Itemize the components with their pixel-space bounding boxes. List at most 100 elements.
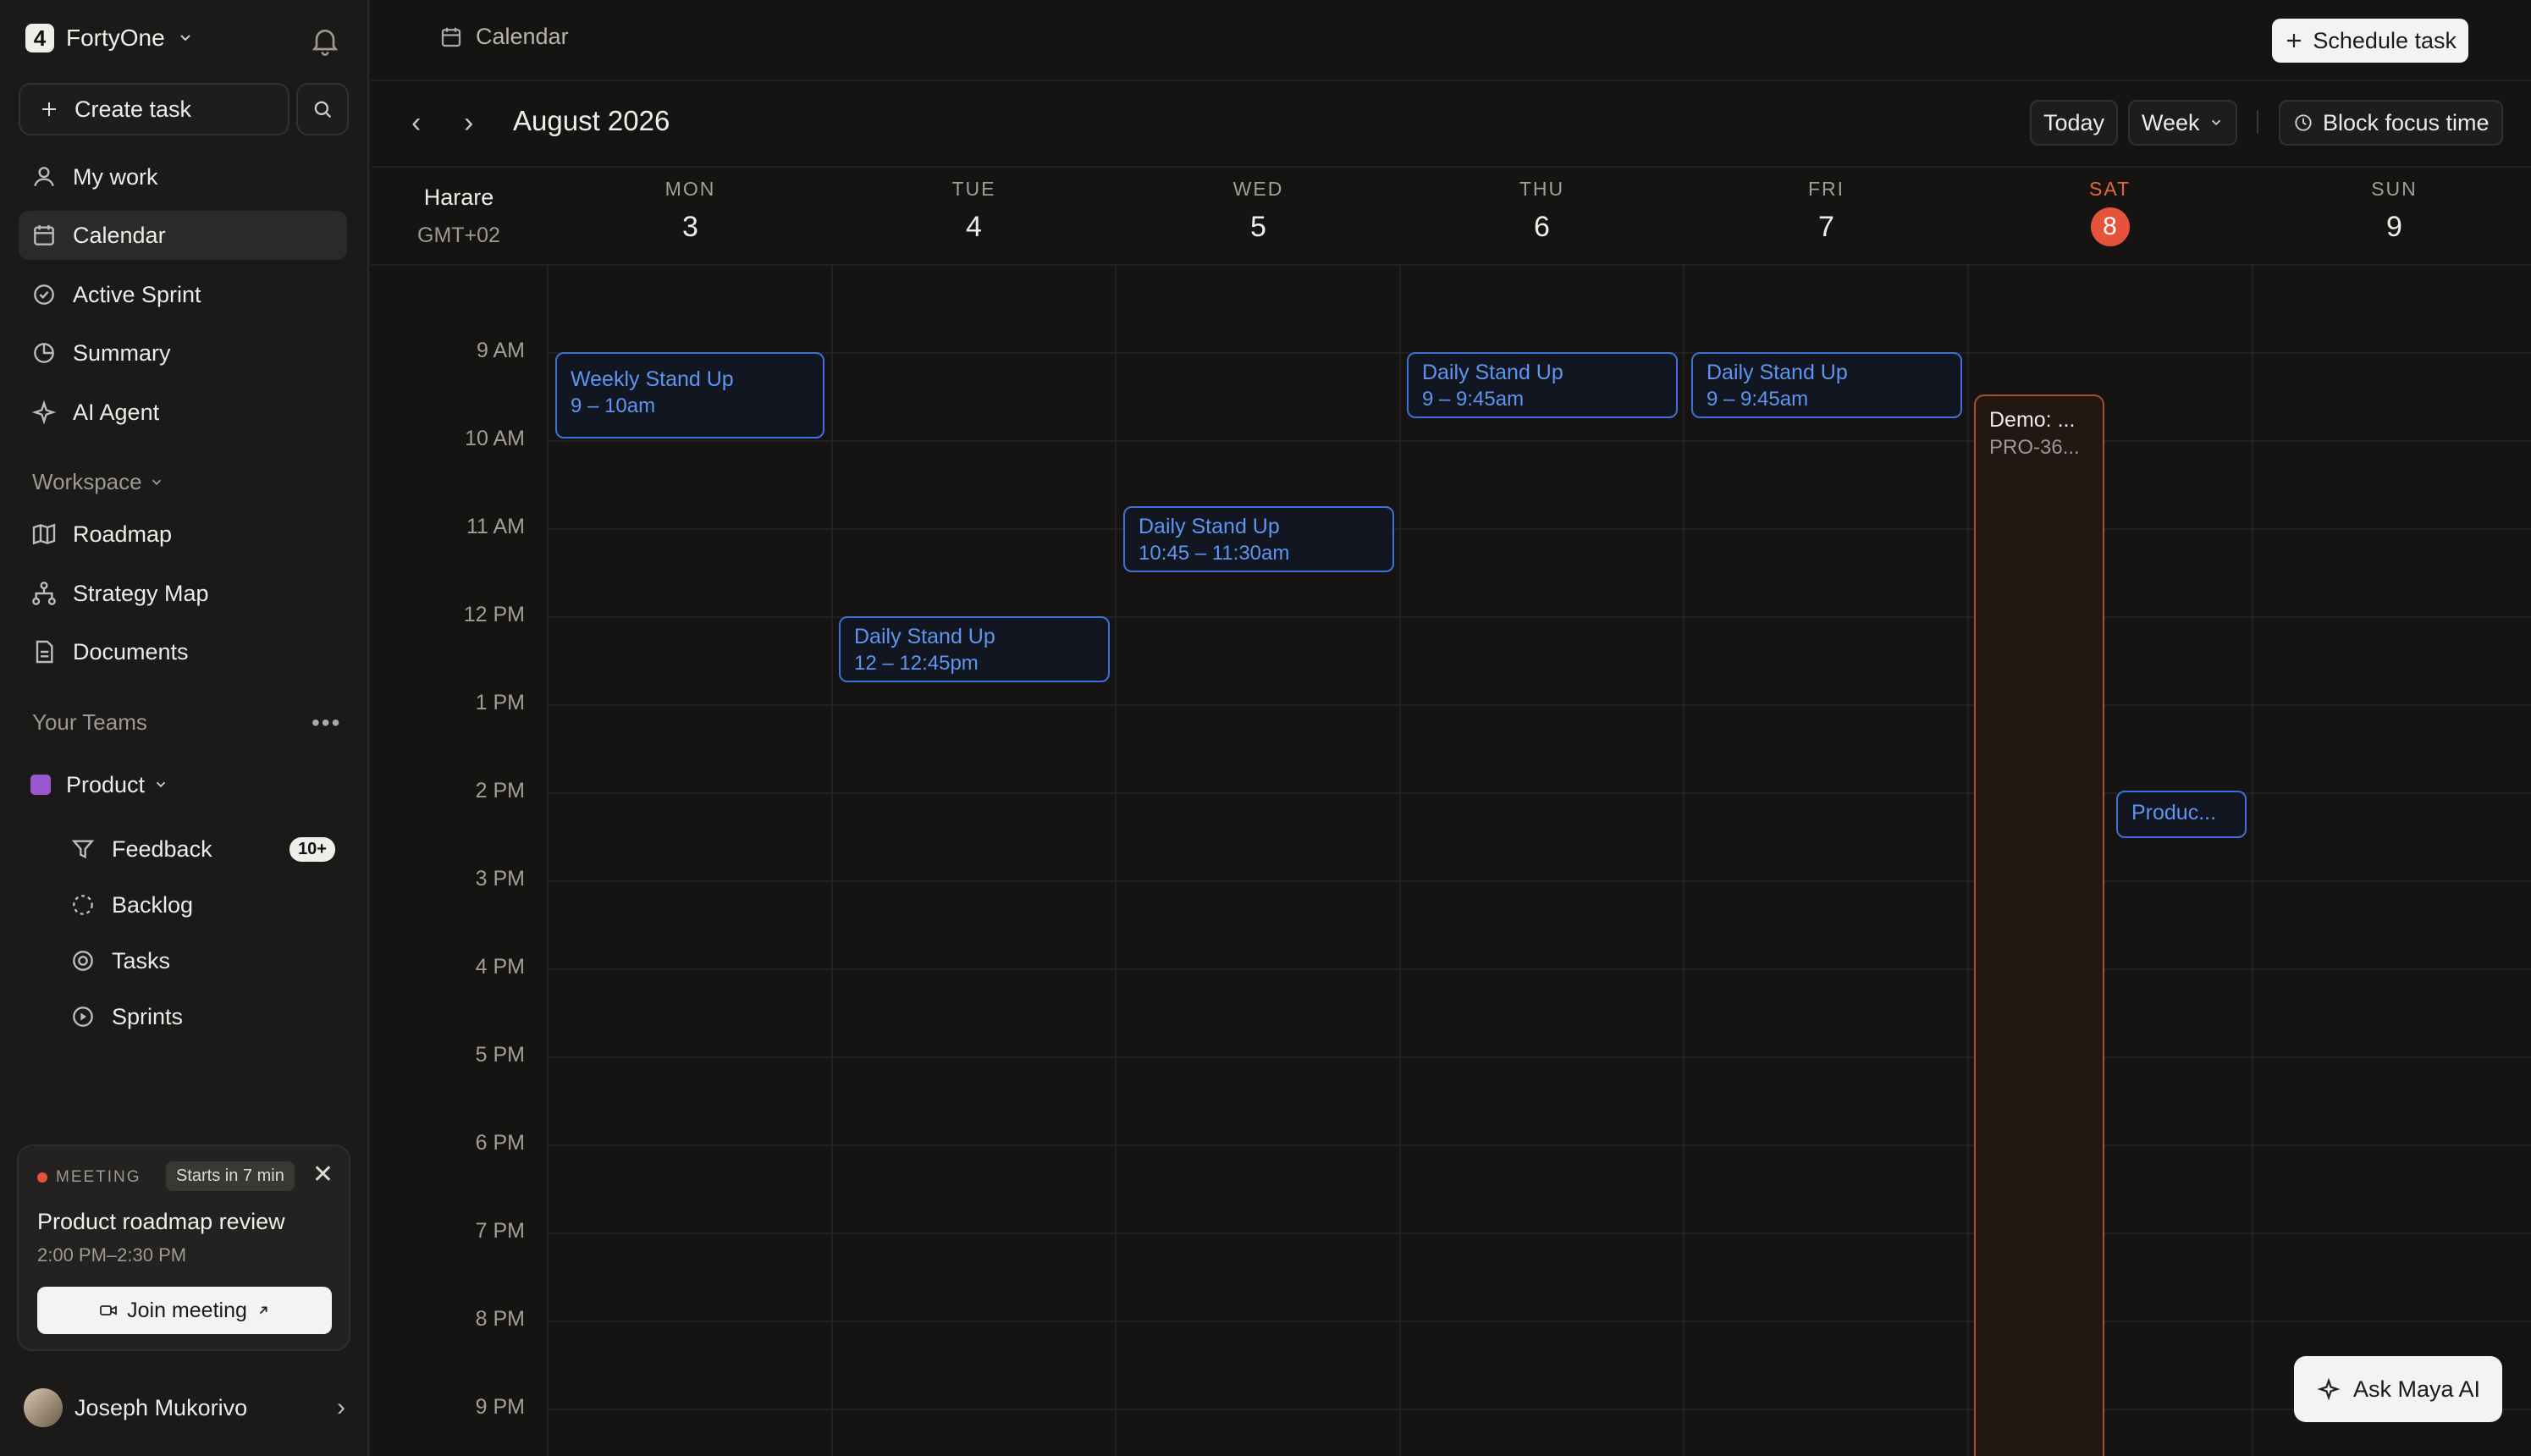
- check-circle-icon: [34, 284, 54, 305]
- sidebar-item-strategy-map[interactable]: Strategy Map: [19, 569, 347, 618]
- hour-line: [547, 440, 2531, 442]
- day-header-fri[interactable]: FRI 7: [1685, 178, 1968, 244]
- team-name: Product: [66, 771, 146, 797]
- hour-line: [547, 704, 2531, 706]
- week-day-header: Harare GMT+02 MON 3 TUE 4 WED 5 THU 6 FRI 7 S…: [371, 168, 2531, 266]
- hour-line: [547, 968, 2531, 970]
- hour-line: [547, 1144, 2531, 1146]
- day-header-sun[interactable]: SUN 9: [2253, 178, 2531, 244]
- play-circle-icon: [73, 1007, 93, 1027]
- sidebar-item-documents[interactable]: Documents: [19, 627, 347, 676]
- document-icon: [36, 640, 53, 664]
- sidebar: 4 FortyOne Create task My work Calendar …: [0, 0, 369, 1456]
- day-header-mon[interactable]: MON 3: [549, 178, 832, 244]
- close-icon[interactable]: ✕: [312, 1160, 334, 1189]
- today-button[interactable]: Today: [2030, 100, 2119, 146]
- hour-line: [547, 880, 2531, 882]
- column-divider: [1115, 266, 1117, 1456]
- sidebar-item-label: Active Sprint: [73, 281, 201, 307]
- time-grid[interactable]: 9 AM 10 AM 11 AM 12 PM 1 PM 2 PM 3 PM 4 …: [371, 266, 2531, 1456]
- event-product-roadmap[interactable]: Produc...: [2116, 791, 2247, 838]
- breadcrumb: Calendar: [438, 24, 569, 50]
- day-number: 4: [966, 211, 982, 243]
- ask-maya-label: Ask Maya AI: [2352, 1376, 2480, 1402]
- next-week-button[interactable]: ›: [464, 107, 473, 140]
- event-demo[interactable]: Demo: ... PRO-36...: [1974, 394, 2104, 1456]
- teams-more-icon[interactable]: •••: [312, 709, 341, 736]
- day-header-sat[interactable]: SAT 8: [1968, 178, 2252, 246]
- day-header-tue[interactable]: TUE 4: [832, 178, 1116, 244]
- event-title: Daily Stand Up: [1422, 361, 1563, 384]
- sidebar-item-roadmap[interactable]: Roadmap: [19, 510, 347, 559]
- column-divider: [1399, 266, 1401, 1456]
- meeting-title: Product roadmap review: [37, 1209, 285, 1234]
- sidebar-item-label: Strategy Map: [73, 580, 209, 606]
- event-daily-stand-up-fri[interactable]: Daily Stand Up 9 – 9:45am: [1691, 352, 1962, 418]
- prev-week-button[interactable]: ‹: [411, 107, 421, 140]
- event-weekly-stand-up[interactable]: Weekly Stand Up 9 – 10am: [555, 352, 824, 438]
- event-time: 9 – 10am: [571, 394, 656, 417]
- sidebar-item-my-work[interactable]: My work: [19, 152, 347, 201]
- target-icon: [73, 951, 93, 971]
- event-daily-stand-up-tue[interactable]: Daily Stand Up 12 – 12:45pm: [839, 616, 1110, 682]
- team-item-backlog[interactable]: Backlog: [59, 880, 347, 929]
- map-icon: [32, 523, 56, 545]
- sidebar-item-ai-agent[interactable]: AI Agent: [19, 388, 347, 437]
- toolbar-divider: [2257, 110, 2258, 134]
- day-name: THU: [1519, 178, 1565, 200]
- team-color-icon: [30, 775, 51, 795]
- day-name: SAT: [2088, 178, 2131, 200]
- meeting-type-label: MEETING: [56, 1168, 141, 1186]
- event-title: Produc...: [2131, 801, 2217, 825]
- external-link-icon: [259, 1306, 267, 1315]
- search-button[interactable]: [296, 83, 349, 135]
- create-task-button[interactable]: Create task: [19, 83, 289, 135]
- block-focus-time-button[interactable]: Block focus time: [2279, 100, 2503, 146]
- calendar-icon: [34, 225, 54, 245]
- day-name: TUE: [951, 178, 996, 200]
- column-divider: [831, 266, 833, 1456]
- sidebar-item-label: AI Agent: [73, 399, 160, 425]
- workspace-name: FortyOne: [66, 25, 165, 51]
- team-item-sprints[interactable]: Sprints: [59, 992, 347, 1041]
- day-name: FRI: [1807, 178, 1845, 200]
- join-meeting-button[interactable]: Join meeting: [37, 1287, 332, 1334]
- day-name: MON: [664, 178, 716, 200]
- hour-line: [547, 528, 2531, 530]
- hour-label: 2 PM: [475, 779, 525, 802]
- sidebar-item-summary[interactable]: Summary: [19, 328, 347, 378]
- sidebar-item-calendar[interactable]: Calendar: [19, 211, 347, 260]
- ask-maya-ai-button[interactable]: Ask Maya AI: [2293, 1356, 2502, 1422]
- workspace-section-toggle[interactable]: Workspace: [32, 469, 164, 495]
- sidebar-item-label: My work: [73, 163, 158, 190]
- hour-label: 1 PM: [475, 691, 525, 714]
- hour-line: [547, 1321, 2531, 1322]
- feedback-count-badge: 10+: [289, 836, 335, 862]
- event-daily-stand-up-wed[interactable]: Daily Stand Up 10:45 – 11:30am: [1123, 506, 1394, 572]
- today-label: Today: [2043, 109, 2105, 135]
- feedback-icon: [71, 840, 95, 859]
- event-title: Demo: ...: [1989, 408, 2076, 432]
- event-daily-stand-up-thu[interactable]: Daily Stand Up 9 – 9:45am: [1407, 352, 1678, 418]
- sidebar-item-active-sprint[interactable]: Active Sprint: [19, 270, 347, 319]
- view-select[interactable]: Week: [2128, 100, 2237, 146]
- hour-label: 3 PM: [475, 867, 525, 891]
- dashed-circle-icon: [73, 895, 93, 915]
- team-product-toggle[interactable]: Product: [19, 760, 347, 809]
- team-item-feedback[interactable]: Feedback 10+: [59, 825, 347, 874]
- schedule-task-button[interactable]: Schedule task: [2272, 19, 2468, 63]
- chevron-down-icon: [2211, 119, 2220, 126]
- day-number: 7: [1818, 211, 1834, 243]
- user-menu[interactable]: Joseph Mukorivo ›: [24, 1388, 345, 1427]
- team-item-tasks[interactable]: Tasks: [59, 936, 347, 985]
- day-header-wed[interactable]: WED 5: [1117, 178, 1400, 244]
- bell-icon[interactable]: [308, 24, 342, 58]
- day-number-today: 8: [2090, 207, 2130, 246]
- hour-line: [547, 1233, 2531, 1234]
- day-header-thu[interactable]: THU 6: [1400, 178, 1684, 244]
- hour-label: 8 PM: [475, 1307, 525, 1331]
- hierarchy-icon: [32, 582, 56, 605]
- sidebar-item-label: Summary: [73, 339, 171, 366]
- schedule-task-label: Schedule task: [2313, 27, 2457, 53]
- workspace-switcher[interactable]: 4 FortyOne: [25, 24, 194, 52]
